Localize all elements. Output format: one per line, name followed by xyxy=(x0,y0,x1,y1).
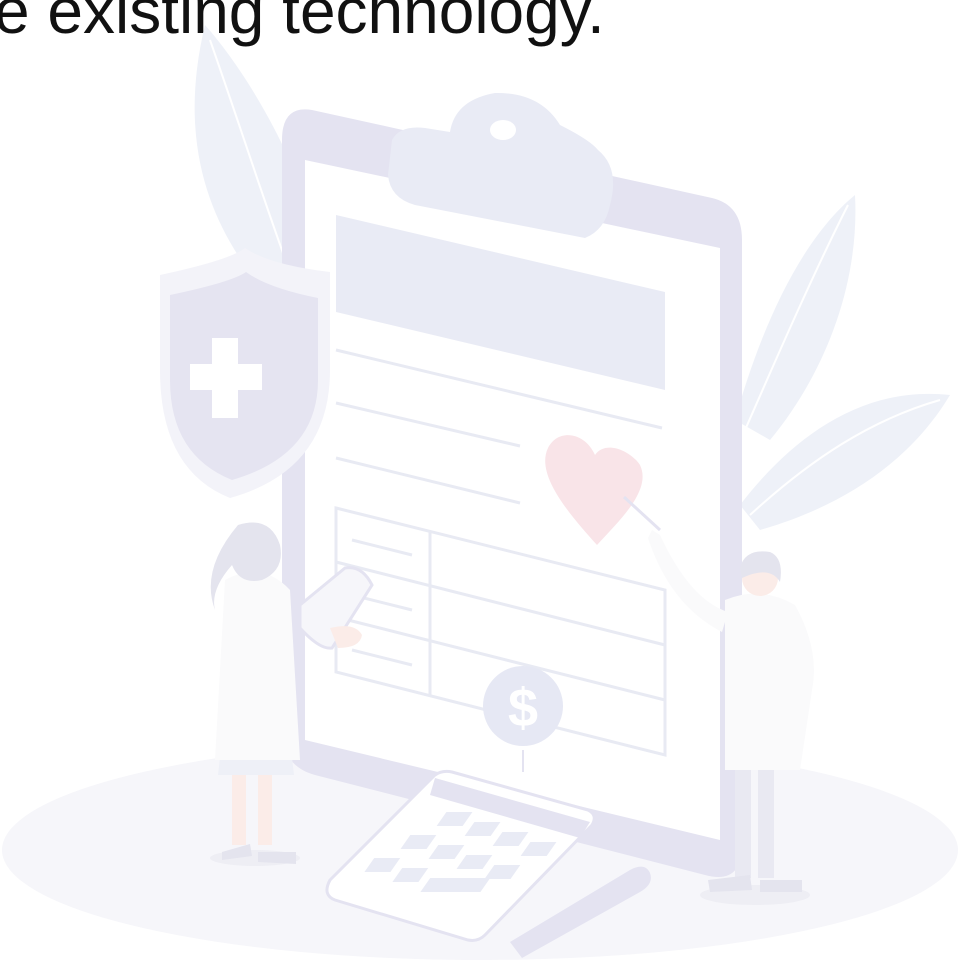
person-left-shoe xyxy=(258,852,296,864)
healthcare-billing-illustration: $ xyxy=(2,25,958,960)
person-right-coat xyxy=(725,593,814,770)
person-right-leg xyxy=(758,760,774,878)
person-right-leg xyxy=(735,760,751,878)
person-left-leg xyxy=(258,770,272,845)
dollar-icon: $ xyxy=(508,678,538,738)
calculator-key xyxy=(420,878,491,892)
person-left-leg xyxy=(232,770,246,845)
clipboard-clip-hole xyxy=(490,120,516,140)
person-left-coat xyxy=(215,572,300,760)
person-right-shoe xyxy=(760,880,802,892)
